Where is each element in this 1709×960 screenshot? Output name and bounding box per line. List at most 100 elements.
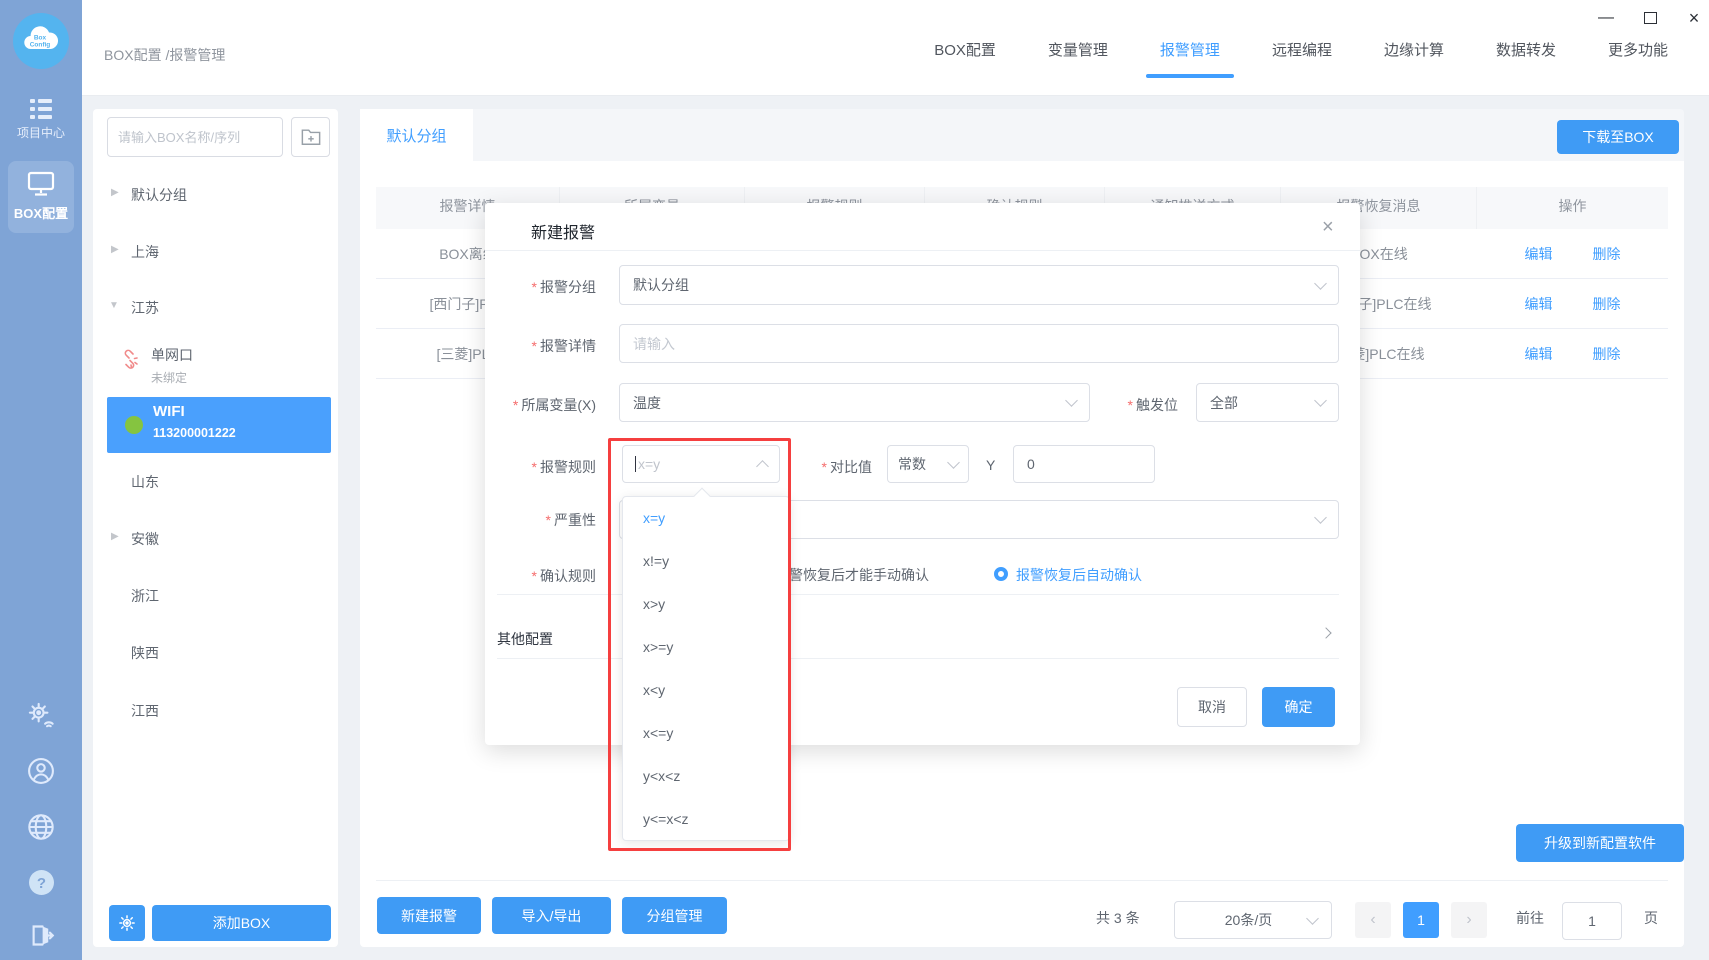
col-actions: 操作 <box>1477 187 1668 229</box>
tree-node-shanghai[interactable]: ▶ 上海 <box>107 240 331 264</box>
variable-label: *所属变量(X) <box>426 395 596 415</box>
top-navigation: BOX配置 变量管理 报警管理 远程编程 边缘计算 数据转发 更多功能 <box>934 38 1668 64</box>
page-size-select[interactable]: 20条/页 <box>1174 901 1332 939</box>
box-search-input[interactable] <box>107 117 283 157</box>
network-settings-icon[interactable] <box>26 700 56 730</box>
nav-more-functions[interactable]: 更多功能 <box>1608 38 1668 64</box>
sidebar-item-project-center[interactable]: 项目中心 <box>0 124 82 141</box>
project-center-icon[interactable] <box>29 98 53 120</box>
delete-link[interactable]: 删除 <box>1593 229 1621 278</box>
footer-divider <box>376 880 1668 881</box>
edit-link[interactable]: 编辑 <box>1525 329 1553 378</box>
maximize-icon <box>1644 12 1657 24</box>
help-icon[interactable]: ? <box>26 867 56 897</box>
import-export-button[interactable]: 导入/导出 <box>492 897 611 934</box>
cloud-logo-icon: Box Config <box>19 19 63 63</box>
caret-right-icon[interactable]: ▶ <box>111 187 119 198</box>
tree-node-zhejiang[interactable]: 浙江 <box>107 584 331 608</box>
language-globe-icon[interactable] <box>26 812 56 842</box>
nav-variable-management[interactable]: 变量管理 <box>1048 38 1108 64</box>
nav-data-forwarding[interactable]: 数据转发 <box>1496 38 1556 64</box>
compare-type-select[interactable]: 常数 <box>887 445 969 483</box>
chevron-down-icon <box>1314 511 1327 524</box>
radio-auto-confirm[interactable] <box>994 567 1008 581</box>
folder-plus-icon <box>301 128 321 146</box>
nav-alarm-management[interactable]: 报警管理 <box>1160 38 1220 64</box>
rule-option-lte[interactable]: x<=y <box>623 712 789 755</box>
upgrade-software-button[interactable]: 升级到新配置软件 <box>1516 824 1684 862</box>
rule-option-gte[interactable]: x>=y <box>623 626 789 669</box>
svg-text:Box: Box <box>34 35 47 42</box>
caret-right-icon[interactable]: ▶ <box>111 531 119 542</box>
caret-right-icon[interactable]: ▶ <box>111 244 119 255</box>
gear-icon <box>118 914 136 932</box>
goto-label: 前往 <box>1516 908 1544 928</box>
download-to-box-button[interactable]: 下载至BOX <box>1557 120 1679 154</box>
rule-option-neq[interactable]: x!=y <box>623 540 789 583</box>
new-alarm-button[interactable]: 新建报警 <box>377 897 481 934</box>
delete-link[interactable]: 删除 <box>1593 329 1621 378</box>
nav-remote-programming[interactable]: 远程编程 <box>1272 38 1332 64</box>
y-label: Y <box>986 457 995 473</box>
add-group-button[interactable] <box>291 117 330 157</box>
tree-settings-button[interactable] <box>109 905 145 941</box>
goto-page-input[interactable] <box>1562 902 1622 940</box>
caret-down-icon[interactable]: ▼ <box>109 300 119 311</box>
tab-default-group[interactable]: 默认分组 <box>360 109 473 161</box>
rule-option-eq[interactable]: x=y <box>623 497 789 540</box>
confirm-rule-label: *确认规则 <box>426 566 596 586</box>
confirm-button[interactable]: 确定 <box>1262 687 1335 727</box>
pagination-page-1[interactable]: 1 <box>1403 902 1439 938</box>
goto-unit: 页 <box>1644 908 1658 928</box>
severity-label: *严重性 <box>426 510 596 530</box>
sidebar-item-box-config[interactable]: BOX配置 <box>8 161 74 233</box>
text-cursor <box>635 456 636 472</box>
nav-edge-computing[interactable]: 边缘计算 <box>1384 38 1444 64</box>
cancel-button[interactable]: 取消 <box>1177 687 1247 727</box>
tree-node-jiangxi[interactable]: 江西 <box>107 699 331 723</box>
radio-auto-confirm-label[interactable]: 报警恢复后自动确认 <box>1016 565 1142 585</box>
alarm-detail-input[interactable] <box>619 324 1339 363</box>
tree-node-default-group[interactable]: ▶ 默认分组 <box>107 183 331 207</box>
modal-close-icon[interactable]: × <box>1322 217 1334 237</box>
tree-node-jiangsu[interactable]: ▼ 江苏 <box>107 296 331 320</box>
logout-icon[interactable] <box>26 920 56 950</box>
tree-node-shandong[interactable]: 山东 <box>107 470 331 494</box>
edit-link[interactable]: 编辑 <box>1525 229 1553 278</box>
tree-node-shaanxi[interactable]: 陕西 <box>107 641 331 665</box>
variable-select[interactable]: 温度 <box>619 383 1090 422</box>
svg-text:?: ? <box>36 875 45 892</box>
add-box-button[interactable]: 添加BOX <box>152 905 331 941</box>
modal-title: 新建报警 <box>531 219 595 243</box>
delete-link[interactable]: 删除 <box>1593 279 1621 328</box>
app-logo[interactable]: Box Config <box>13 13 69 69</box>
y-value-input[interactable] <box>1013 445 1155 483</box>
chevron-down-icon <box>947 456 960 469</box>
tree-device-single-port[interactable]: 单网口 未绑定 <box>107 341 331 391</box>
rule-option-between[interactable]: y<x<z <box>623 755 789 798</box>
pagination-next-button[interactable]: › <box>1451 902 1487 938</box>
nav-box-config[interactable]: BOX配置 <box>934 38 996 64</box>
alarm-group-select[interactable]: 默认分组 <box>619 265 1339 305</box>
edit-link[interactable]: 编辑 <box>1525 279 1553 328</box>
group-management-button[interactable]: 分组管理 <box>622 897 727 934</box>
rule-option-between-inc[interactable]: y<=x<z <box>623 798 789 841</box>
chevron-down-icon <box>1306 912 1319 925</box>
trigger-bit-select[interactable]: 全部 <box>1196 383 1339 422</box>
compare-value-label: *对比值 <box>742 457 872 477</box>
chevron-down-icon <box>1314 394 1327 407</box>
online-status-dot <box>125 416 143 434</box>
user-account-icon[interactable] <box>26 756 56 786</box>
alarm-group-label: *报警分组 <box>426 277 596 297</box>
window-minimize-button[interactable]: — <box>1594 6 1618 30</box>
window-close-button[interactable]: × <box>1682 6 1706 30</box>
tree-device-wifi-selected[interactable]: WIFI 113200001222 <box>107 397 331 453</box>
rule-option-lt[interactable]: x<y <box>623 669 789 712</box>
tree-node-anhui[interactable]: ▶ 安徽 <box>107 527 331 551</box>
window-maximize-button[interactable] <box>1638 6 1662 30</box>
pagination-prev-button[interactable]: ‹ <box>1355 902 1391 938</box>
alarm-detail-label: *报警详情 <box>426 336 596 356</box>
chevron-down-icon <box>1314 277 1327 290</box>
radio-manual-confirm-label[interactable]: 报警恢复后才能手动确认 <box>775 565 929 585</box>
rule-option-gt[interactable]: x>y <box>623 583 789 626</box>
